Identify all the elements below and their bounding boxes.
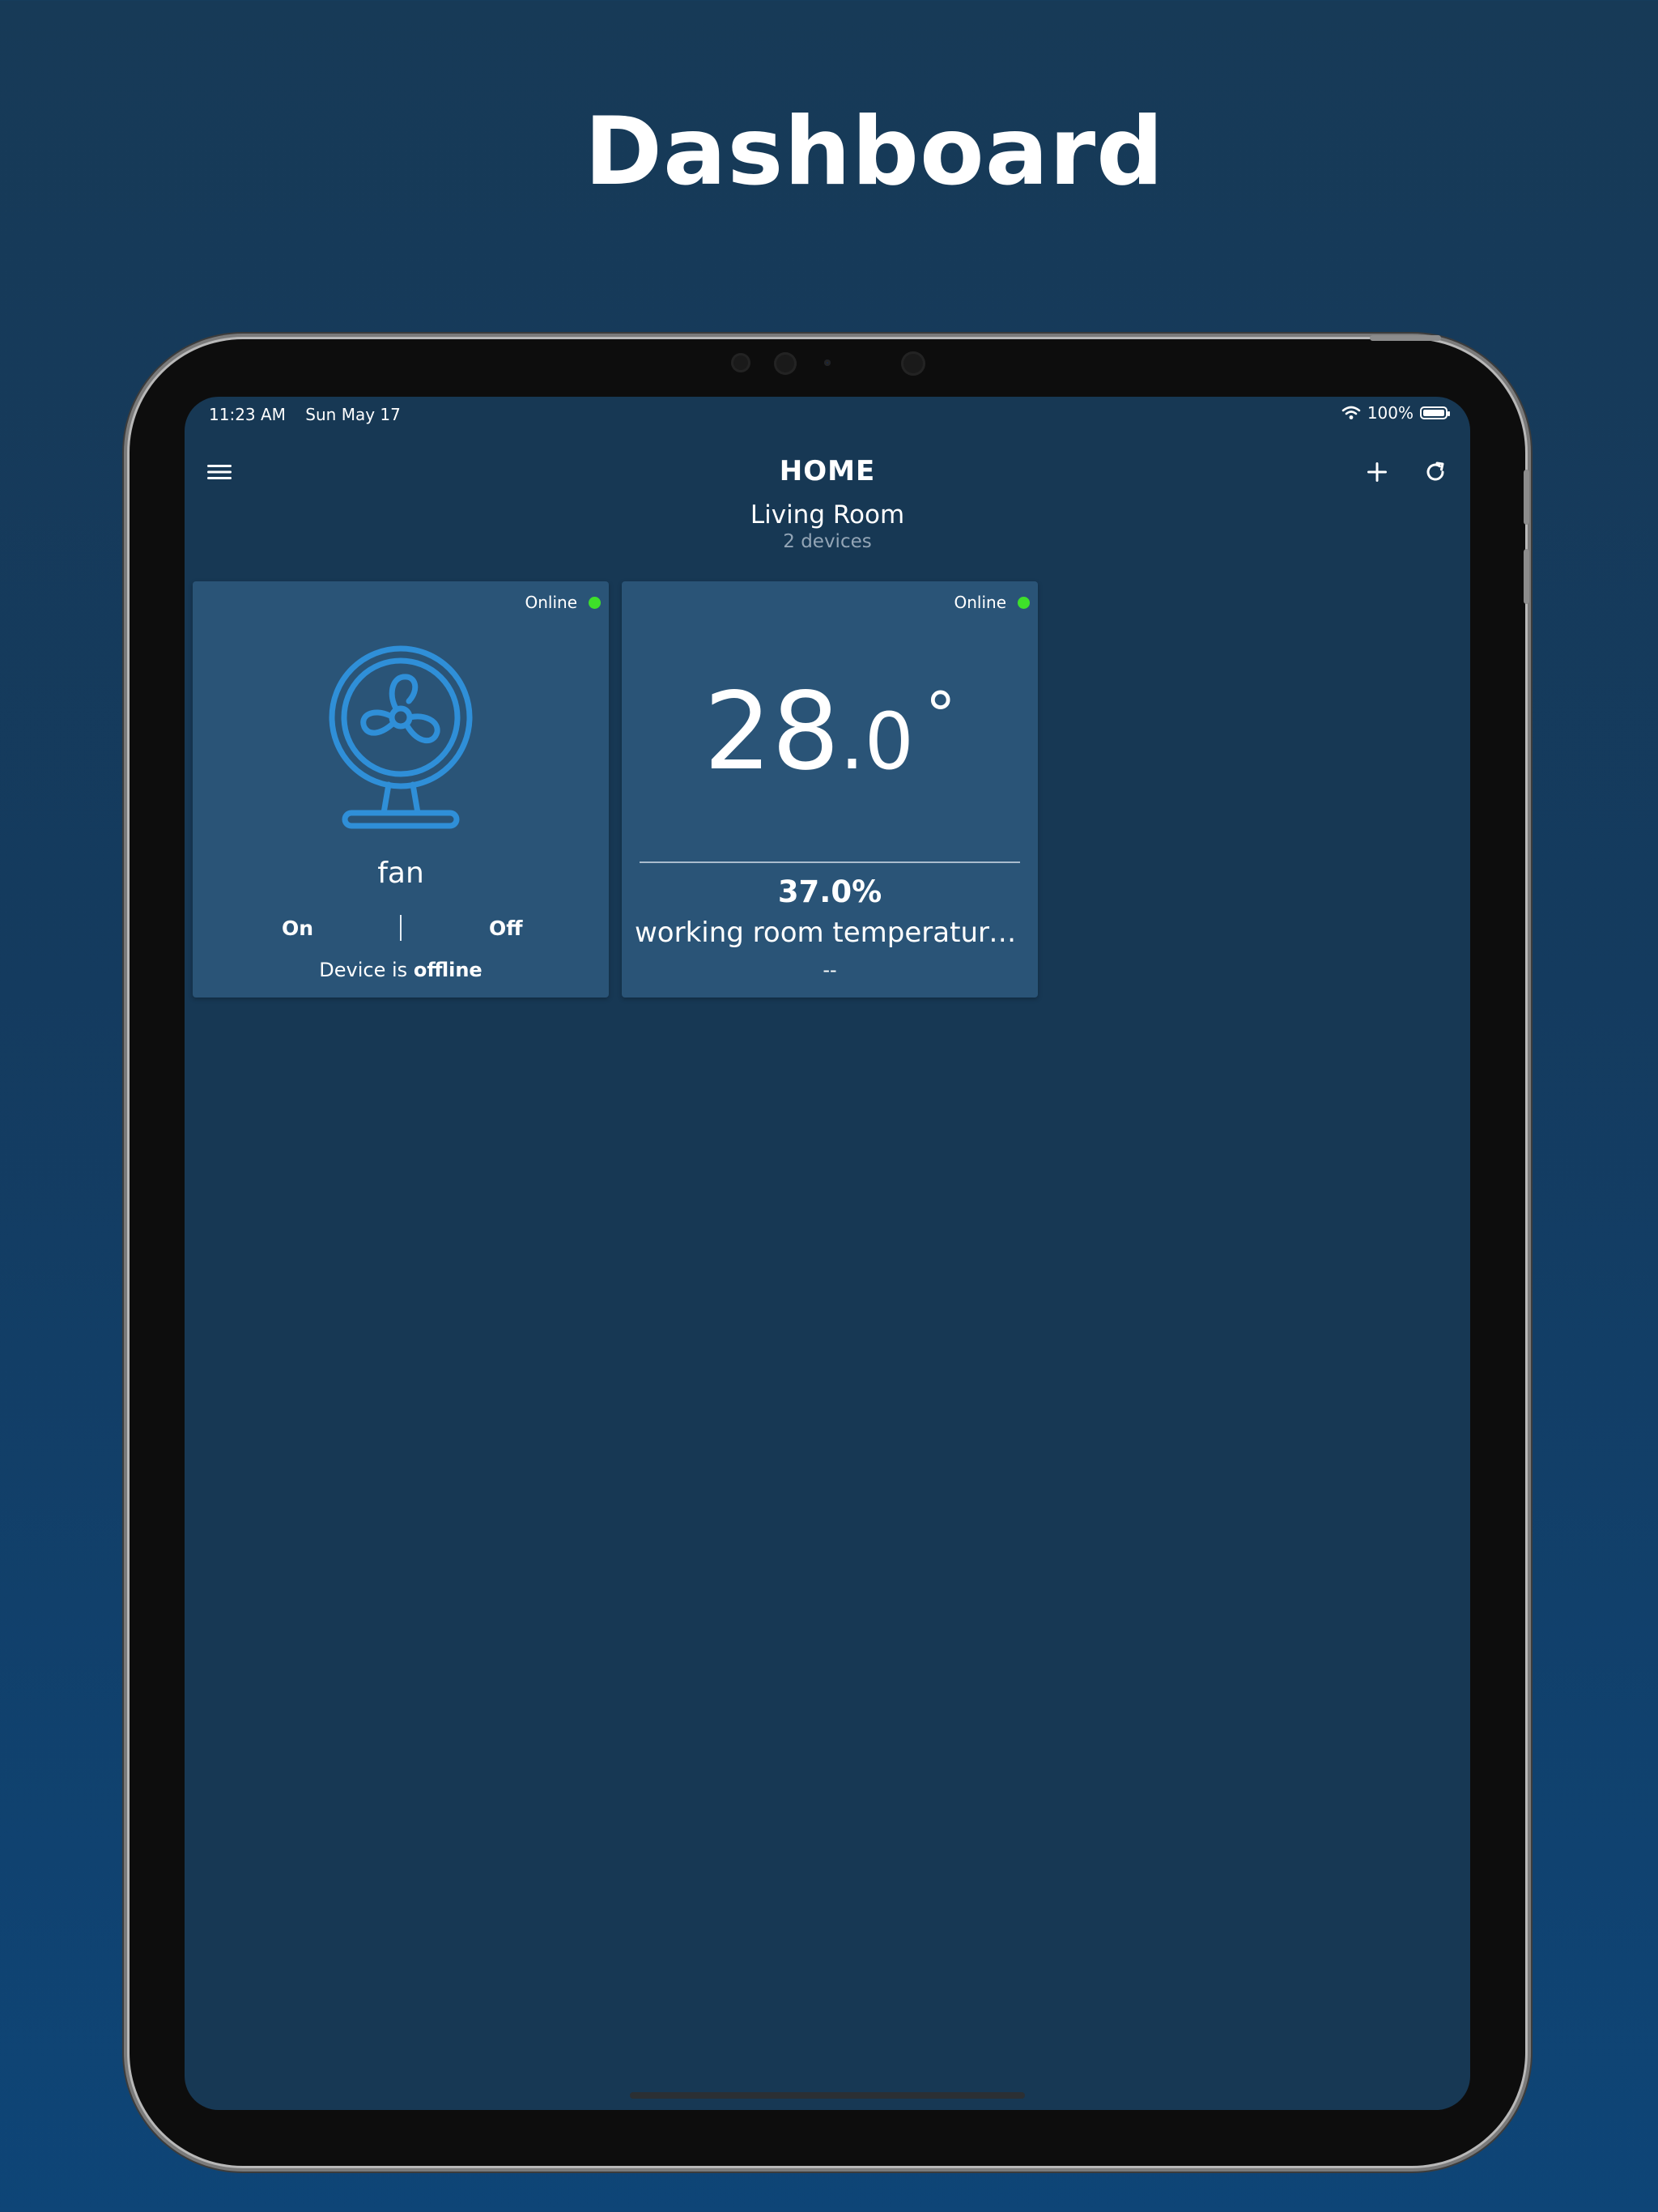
- device-offline-message: Device is offline: [193, 959, 609, 981]
- volume-up-button: [1524, 470, 1529, 525]
- temperature-decimal: .0: [840, 696, 914, 787]
- device-card-fan[interactable]: Online fan On Off Device is offline: [193, 581, 609, 998]
- camera-lens: [901, 351, 925, 376]
- promo-title: Dashboard: [584, 97, 1165, 206]
- plus-icon: [1367, 462, 1387, 482]
- off-button[interactable]: Off: [489, 917, 523, 940]
- fan-icon: [329, 645, 473, 829]
- add-device-button[interactable]: [1358, 453, 1396, 491]
- status-date: Sun May 17: [305, 405, 401, 424]
- room-device-count: 2 devices: [783, 531, 872, 552]
- device-name: working room temperature…: [635, 917, 1025, 949]
- offline-message-state: offline: [413, 959, 483, 981]
- camera-lens: [774, 352, 797, 375]
- power-toggle: On Off: [193, 913, 609, 946]
- device-status-label: Online: [525, 593, 577, 612]
- humidity-value: 37.0%: [777, 874, 882, 909]
- status-bar: 11:23 AM Sun May 17 100%: [185, 397, 1470, 432]
- battery-percent: 100%: [1367, 403, 1414, 423]
- top-button: [1370, 335, 1441, 341]
- offline-message-prefix: Device is: [319, 959, 408, 981]
- device-extra-value: --: [823, 959, 837, 981]
- degree-symbol: °: [925, 678, 956, 751]
- battery-icon: [1420, 406, 1450, 419]
- divider: [640, 861, 1020, 863]
- device-status-label: Online: [954, 593, 1006, 612]
- device-status: Online: [525, 593, 601, 612]
- device-status: Online: [954, 593, 1030, 612]
- app-screen: 11:23 AM Sun May 17 100% HOME Living Roo…: [185, 397, 1470, 2110]
- refresh-icon: [1426, 462, 1444, 481]
- camera-sensor: [824, 359, 831, 366]
- temperature-value: 28.0 °: [622, 678, 1038, 785]
- volume-down-button: [1524, 549, 1529, 604]
- device-card-temperature[interactable]: Online 28.0 ° 37.0% working room temperat…: [622, 581, 1038, 998]
- status-time: 11:23 AM: [209, 405, 286, 424]
- temperature-whole: 28: [704, 670, 840, 794]
- toggle-divider: [400, 915, 402, 941]
- refresh-button[interactable]: [1417, 453, 1454, 491]
- page-title: HOME: [779, 455, 876, 487]
- home-indicator[interactable]: [630, 2092, 1025, 2099]
- nav-bar: HOME: [185, 445, 1470, 499]
- online-indicator: [589, 596, 601, 609]
- online-indicator: [1018, 596, 1030, 609]
- status-indicators: 100%: [1341, 403, 1450, 423]
- room-name: Living Room: [750, 500, 905, 530]
- wifi-icon: [1341, 406, 1361, 419]
- status-time-date: 11:23 AM Sun May 17: [209, 405, 415, 424]
- camera-lens: [731, 353, 750, 372]
- on-button[interactable]: On: [282, 917, 313, 940]
- device-name: fan: [377, 857, 424, 890]
